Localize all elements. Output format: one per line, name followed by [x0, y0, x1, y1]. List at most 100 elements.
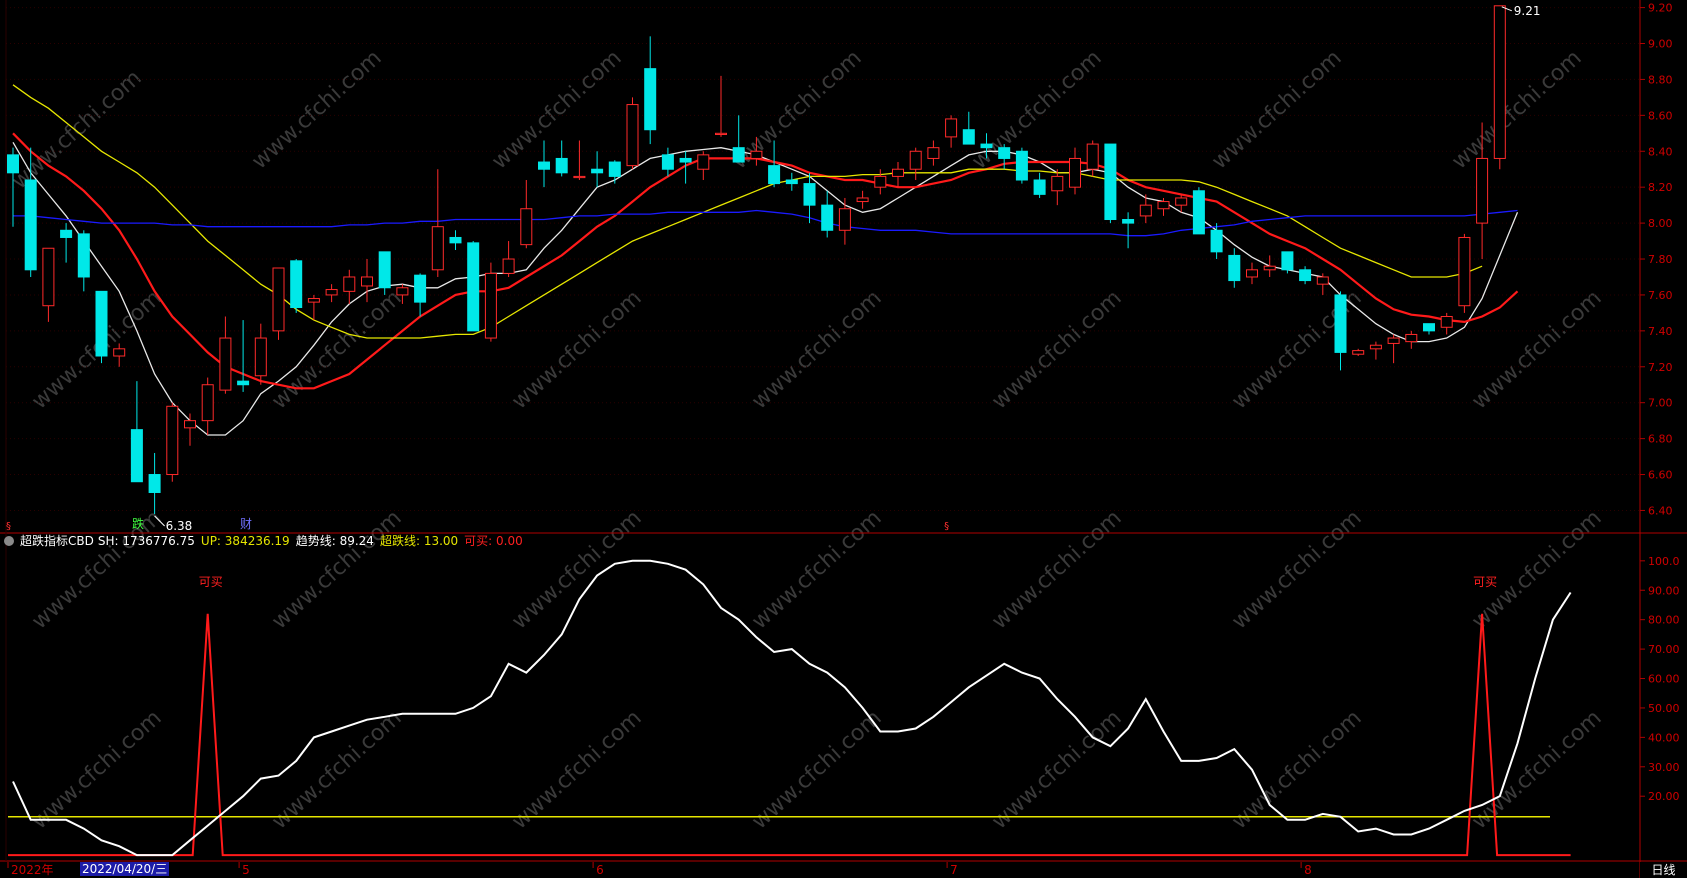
sh-value: 1736776.75	[122, 534, 195, 548]
watermark-text: www.cfchi.com	[747, 286, 886, 415]
watermark-text: www.cfchi.com	[1467, 506, 1606, 635]
candle-body-up	[1476, 157, 1489, 224]
candle-body-up	[219, 337, 232, 391]
candle-body-up	[1086, 143, 1099, 170]
indicator-tick-label: 90.00	[1648, 584, 1680, 597]
price-tick-label: 9.20	[1648, 2, 1673, 15]
watermark-text: www.cfchi.com	[487, 46, 626, 175]
time-axis: 2022年 5 6 7 8	[7, 862, 1312, 877]
event-label-die: 跌	[132, 516, 144, 531]
candle-body-down	[7, 154, 19, 174]
time-axis-label: 5	[242, 863, 250, 877]
candle-body-down	[1334, 294, 1347, 353]
candle-body-down	[644, 68, 657, 131]
candle-body-down	[661, 154, 674, 170]
candle-body-up	[750, 150, 763, 159]
candle-body-down	[1210, 229, 1223, 253]
trend-label: 趋势线:	[295, 534, 336, 548]
buy-label: 可买:	[464, 534, 493, 548]
candle-body-down	[785, 179, 798, 185]
candle-body-up	[272, 267, 285, 332]
candle-body-down	[803, 183, 816, 206]
indicator-name[interactable]: 超跌指标CBD	[20, 534, 94, 548]
candle-body-up	[113, 348, 126, 357]
candle-body-down	[1015, 150, 1028, 181]
candle-body-up	[573, 175, 586, 179]
watermark-text: www.cfchi.com	[267, 706, 406, 835]
candle-body-down	[1104, 143, 1117, 221]
month-marker: §	[6, 521, 11, 532]
low-price-label: 6.38	[166, 519, 193, 533]
candle-body-up	[1387, 337, 1400, 344]
indicator-tick-label: 80.00	[1648, 614, 1680, 627]
buy-signal-label: 可买	[1473, 575, 1497, 589]
time-axis-label: 7	[950, 863, 958, 877]
candle-body-down	[378, 251, 391, 289]
price-tick-label: 7.80	[1648, 253, 1673, 266]
indicator-tick-label: 60.00	[1648, 673, 1680, 686]
watermark-text: www.cfchi.com	[967, 46, 1106, 175]
candle-body-down	[1423, 323, 1435, 332]
candle-body-up	[42, 247, 55, 307]
watermark-text: www.cfchi.com	[7, 66, 146, 195]
buy-signal-label: 可买	[199, 575, 223, 589]
watermark-text: www.cfchi.com	[747, 706, 886, 835]
candle-body-down	[821, 204, 834, 231]
candle-body-up	[909, 150, 922, 170]
candle-body-up	[1493, 5, 1506, 159]
candle-body-down	[24, 179, 37, 271]
candle-body-down	[980, 143, 993, 149]
candle-body-up	[945, 118, 958, 138]
time-axis-label: 8	[1304, 863, 1312, 877]
indicator-tick-label: 100.0	[1648, 555, 1680, 568]
candle-body-up	[838, 208, 851, 231]
candle-body-down	[60, 229, 73, 238]
candle-body-up	[927, 147, 940, 159]
candle-body-up	[1458, 236, 1471, 307]
period-button[interactable]: 日线	[1640, 862, 1687, 878]
indicator-tick-label: 20.00	[1648, 790, 1680, 803]
candle-body-up	[1139, 204, 1152, 217]
candle-body-up	[1369, 344, 1382, 350]
high-price-label: 9.21	[1514, 4, 1541, 18]
indicator-axis: 100.0 90.00 80.00 70.00 60.00 50.00 40.00 30.00…	[1640, 555, 1680, 803]
candle-body-up	[1175, 197, 1188, 206]
price-tick-label: 6.40	[1648, 504, 1673, 517]
candle-body-down	[732, 147, 745, 163]
candle-body-down	[130, 429, 143, 483]
candle-body-up	[1263, 265, 1276, 271]
candle-body-up	[1316, 276, 1329, 285]
candle-body-down	[555, 157, 568, 174]
candle-body-up	[715, 132, 727, 136]
candle-body-up	[1069, 157, 1081, 188]
watermark-text: www.cfchi.com	[507, 506, 646, 635]
trend-value: 89.24	[339, 534, 374, 548]
candle-body-down	[1228, 254, 1241, 282]
watermark-text: www.cfchi.com	[727, 46, 866, 175]
watermark-text: www.cfchi.com	[1207, 46, 1346, 175]
month-marker: §	[944, 521, 949, 532]
indicator-tick-label: 70.00	[1648, 643, 1680, 656]
candle-body-down	[467, 242, 480, 332]
candle-body-down	[1299, 269, 1312, 282]
time-axis-label: 2022年	[11, 863, 54, 877]
candle-body-down	[1192, 190, 1205, 235]
buy-value: 0.00	[496, 534, 523, 548]
candle-body-up	[361, 276, 373, 287]
candle-body-up	[1405, 333, 1418, 343]
stock-chart[interactable]: www.cfchi.com www.cfchi.com www.cfchi.com w…	[0, 0, 1687, 878]
event-label-cai: 财	[240, 517, 252, 531]
candle-body-up	[484, 272, 497, 339]
candle-body-up	[343, 276, 356, 292]
candle-body-up	[307, 298, 320, 303]
indicator-tick-label: 50.00	[1648, 702, 1680, 715]
candle-body-down	[290, 260, 303, 309]
price-axis: 9.20 9.00 8.80 8.60 8.40 8.20 8.00 7.80 7.60 7.40…	[1640, 2, 1673, 517]
candle-body-up	[626, 104, 639, 167]
price-tick-label: 8.80	[1648, 73, 1673, 86]
indicator-settings-icon[interactable]	[4, 536, 14, 546]
price-tick-label: 8.20	[1648, 181, 1673, 194]
candle-body-down	[962, 129, 975, 145]
watermark-text: www.cfchi.com	[247, 46, 386, 175]
price-tick-label: 8.60	[1648, 109, 1673, 122]
